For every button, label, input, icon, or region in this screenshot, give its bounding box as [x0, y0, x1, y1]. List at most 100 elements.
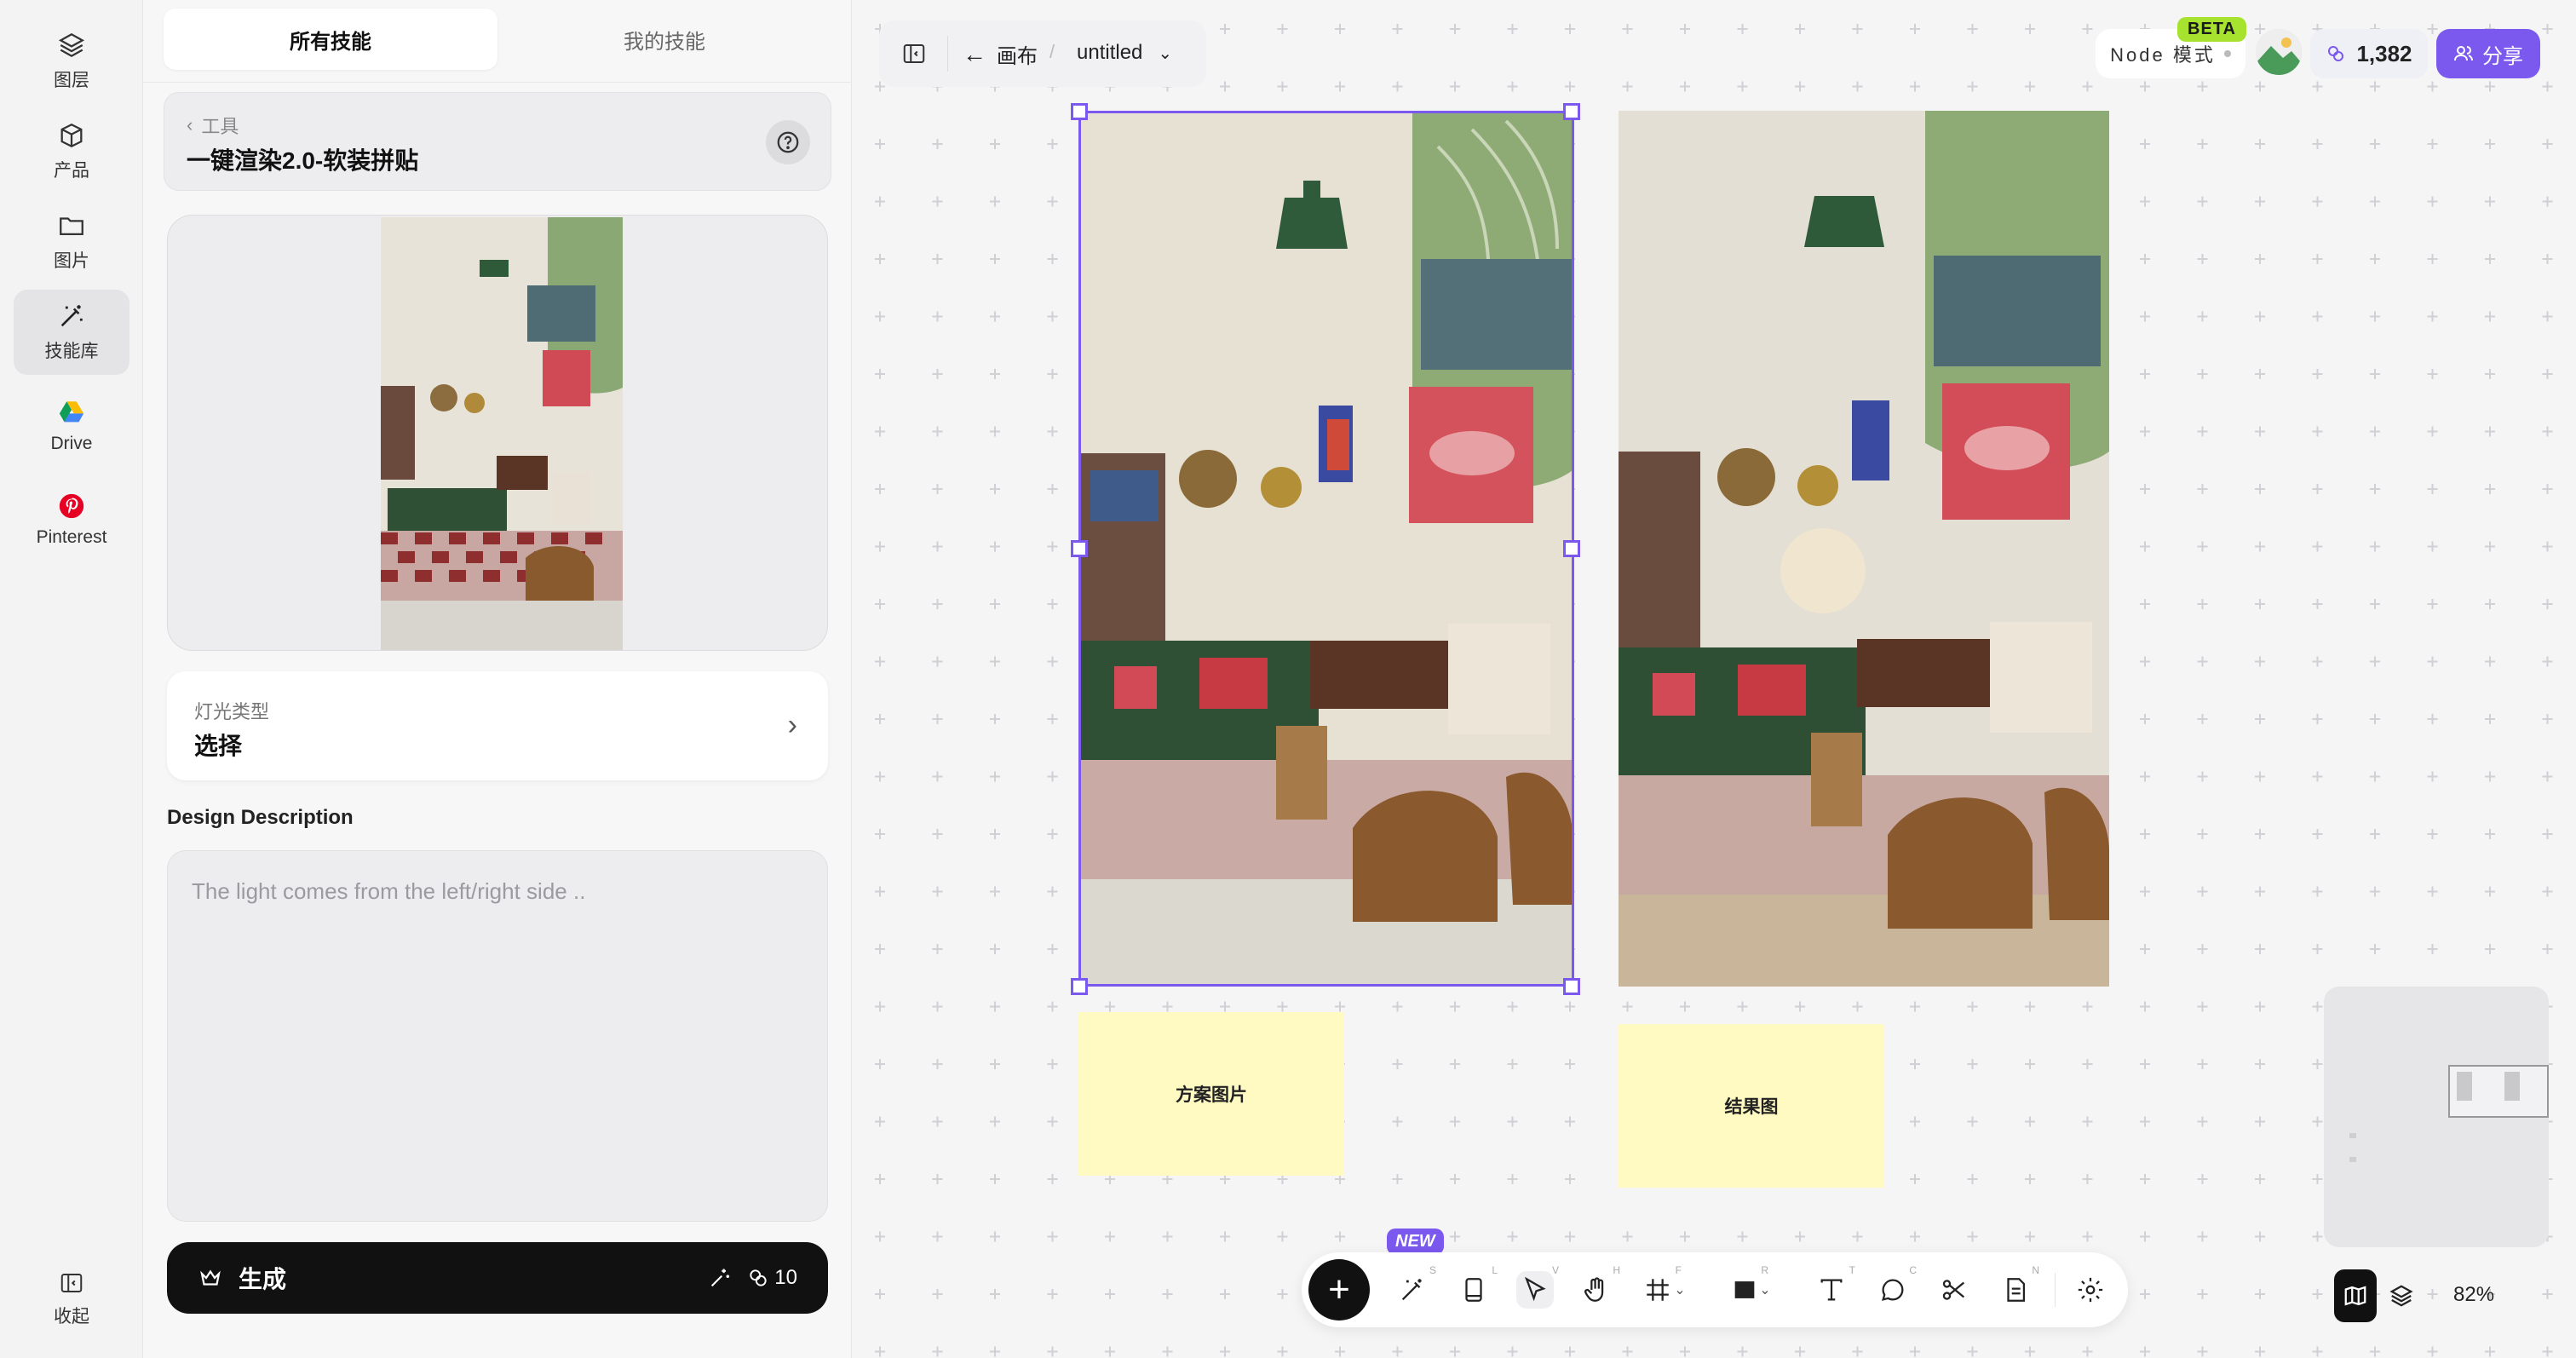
rail-item-drive[interactable]: Drive: [14, 383, 129, 469]
chevron-down-icon: ⌄: [1158, 43, 1173, 63]
frame-icon: [1647, 1279, 1669, 1301]
tool-select[interactable]: V: [1516, 1264, 1559, 1309]
tool-magic-wand[interactable]: S: [1394, 1264, 1436, 1309]
tab-all-skills[interactable]: 所有技能: [164, 9, 497, 70]
layers-icon: [58, 32, 85, 58]
file-title: untitled: [1077, 41, 1143, 64]
avatar[interactable]: [2256, 29, 2302, 75]
frame-dropdown[interactable]: ⌄: [1671, 1271, 1688, 1309]
avatar-image: [2256, 29, 2302, 75]
beta-badge: BETA: [2177, 17, 2246, 42]
resize-handle-se[interactable]: [1563, 978, 1580, 995]
tool-frame-device[interactable]: L: [1455, 1264, 1498, 1309]
preview-image: [381, 217, 623, 650]
generate-cost: 10: [747, 1266, 797, 1290]
rail-item-pinterest[interactable]: Pinterest: [14, 477, 129, 562]
map-icon: [2344, 1286, 2366, 1306]
rail-label-drive: Drive: [50, 434, 93, 453]
arrow-left-icon: ←: [963, 40, 986, 67]
minimap[interactable]: [2324, 987, 2549, 1247]
lighting-type-select[interactable]: 灯光类型 选择 ›: [167, 671, 828, 780]
generate-cost-value: 10: [774, 1266, 797, 1289]
shortcut-key: S: [1429, 1264, 1436, 1276]
preview-image-area[interactable]: [167, 215, 828, 651]
rail-item-images[interactable]: 图片: [14, 199, 129, 285]
credits-display[interactable]: 1,382: [2310, 29, 2428, 78]
rail-label-skills: 技能库: [44, 342, 99, 361]
bottom-toolbar: + S L V H F ⌄ R ⌄ T C N: [1302, 1252, 2128, 1327]
generate-button[interactable]: 生成 10: [167, 1242, 828, 1314]
tool-comment[interactable]: C: [1874, 1264, 1917, 1309]
shape-dropdown[interactable]: ⌄: [1757, 1271, 1774, 1309]
minimap-image-2: [2504, 1072, 2520, 1101]
resize-handle-w[interactable]: [1071, 540, 1088, 557]
credit-icon: [2328, 46, 2344, 61]
shortcut-key: H: [1613, 1264, 1620, 1276]
rail-item-layers[interactable]: 图层: [14, 19, 129, 104]
status-dot-icon: [2223, 50, 2231, 57]
skill-tabs: 所有技能 我的技能: [164, 9, 831, 70]
resize-handle-e[interactable]: [1563, 540, 1580, 557]
help-button[interactable]: [766, 120, 810, 164]
tool-settings[interactable]: [2072, 1271, 2109, 1309]
tool-header-card: ‹ 工具 一键渲染2.0-软装拼贴: [164, 92, 831, 191]
chevron-right-icon: ›: [787, 709, 797, 741]
design-description-input[interactable]: [168, 851, 827, 1221]
credits-value: 1,382: [2356, 40, 2412, 66]
sticky-note-plan[interactable]: 方案图片: [1078, 1012, 1344, 1176]
magic-wand-icon: [1401, 1279, 1422, 1301]
pinterest-icon: [59, 493, 84, 519]
layers-view-button[interactable]: [2380, 1269, 2423, 1322]
text-icon: [1820, 1279, 1843, 1301]
tool-scissors[interactable]: [1935, 1271, 1973, 1309]
left-rail: 图层 产品 图片 技能库 Drive Pinterest 收起: [0, 0, 143, 1358]
tool-back-link[interactable]: ‹ 工具: [187, 112, 239, 139]
design-description-label: Design Description: [167, 806, 354, 829]
tool-title: 一键渲染2.0-软装拼贴: [187, 147, 419, 174]
collapse-button[interactable]: 收起: [14, 1261, 129, 1338]
panel-toggle-icon[interactable]: [901, 41, 927, 66]
help-icon: [777, 131, 799, 153]
tool-note[interactable]: N: [1997, 1264, 2039, 1309]
shortcut-key: C: [1909, 1264, 1917, 1276]
lighting-type-label: 灯光类型: [194, 701, 270, 722]
file-title-dropdown[interactable]: untitled ⌄: [1077, 41, 1172, 65]
gear-icon: [2078, 1277, 2103, 1303]
resize-handle-nw[interactable]: [1071, 103, 1088, 120]
canvas-image-result[interactable]: [1619, 111, 2109, 987]
new-badge: NEW: [1387, 1229, 1444, 1255]
tool-text[interactable]: T: [1813, 1264, 1855, 1309]
minimap-note-1: [2349, 1133, 2356, 1138]
share-label: 分享: [2482, 44, 2523, 68]
sticky-note-plan-text: 方案图片: [1176, 1085, 1247, 1105]
layers-icon: [2389, 1285, 2413, 1307]
credit-icon: [750, 1269, 767, 1286]
collapse-label: 收起: [54, 1307, 89, 1326]
resize-handle-ne[interactable]: [1563, 103, 1580, 120]
rail-item-skills[interactable]: 技能库: [14, 290, 129, 375]
chevron-left-icon: ‹: [187, 114, 193, 135]
tool-hand[interactable]: H: [1578, 1264, 1620, 1309]
plus-icon: +: [1328, 1269, 1350, 1310]
back-to-canvas-link[interactable]: ← 画布: [963, 39, 1038, 69]
rail-label-images: 图片: [54, 251, 89, 271]
rail-item-products[interactable]: 产品: [14, 109, 129, 194]
topbar-divider: [947, 36, 948, 72]
users-icon: [2454, 46, 2473, 61]
selection-box: [1078, 111, 1574, 987]
sticky-note-result[interactable]: 结果图: [1619, 1024, 1884, 1188]
cube-icon: [60, 123, 83, 148]
resize-handle-sw[interactable]: [1071, 978, 1088, 995]
zoom-level[interactable]: 82%: [2453, 1283, 2494, 1307]
minimap-image-1: [2457, 1072, 2472, 1101]
tab-my-skills[interactable]: 我的技能: [497, 9, 831, 70]
generate-left: 生成: [198, 1261, 286, 1295]
minimap-note-2: [2349, 1157, 2356, 1162]
add-button[interactable]: +: [1308, 1259, 1370, 1321]
view-toggle-group: [2334, 1269, 2423, 1322]
sidebar-collapse-icon: [60, 1274, 83, 1292]
generate-label: 生成: [239, 1266, 287, 1292]
share-button[interactable]: 分享: [2436, 29, 2540, 78]
rail-label-layers: 图层: [54, 71, 89, 90]
map-view-button[interactable]: [2334, 1269, 2377, 1322]
